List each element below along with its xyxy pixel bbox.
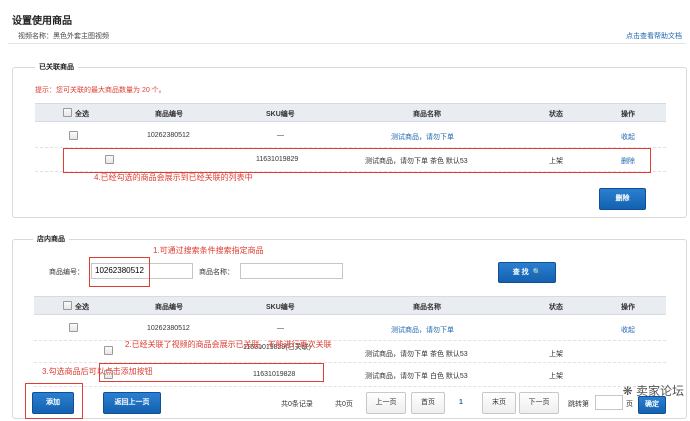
current-page[interactable]: 1 [459,399,463,406]
first-page-button[interactable]: 首页 [411,392,445,414]
col-select-all: 全选 [75,111,89,118]
annotation-note-add: 3.勾选商品后可以点击添加按钮 [42,367,153,376]
col-product-id: 商品编号 [155,304,183,311]
product-name-input[interactable] [240,263,343,279]
annotation-box-linked [63,148,651,173]
annotation-box-search [89,257,150,287]
col-status: 状态 [549,304,563,311]
goto-suffix: 页 [626,401,633,408]
goto-page-input[interactable] [595,395,623,410]
row-collapse-link[interactable]: 收起 [621,132,635,142]
row-checkbox[interactable] [69,323,78,332]
next-page-button[interactable]: 下一页 [519,392,559,414]
col-select-all: 全选 [75,304,89,311]
store-table-header: 全选 商品编号 SKU编号 商品名称 状态 操作 [34,296,666,315]
col-action: 操作 [621,111,635,118]
col-sku: SKU编号 [266,111,295,118]
row-product-name[interactable]: 测试商品，请勿下单 [391,325,454,335]
col-sku: SKU编号 [266,304,295,311]
annotation-note-search: 1.可通过搜索条件搜索指定商品 [153,246,264,255]
watermark-logo: ❋ 卖家论坛 [623,382,684,399]
row-product-name: 测试商品，请勿下单 白色 默认53 [365,373,468,380]
row-product-id: 10262380512 [147,325,190,332]
chat-bubble-icon: ❋ [622,384,633,398]
row-collapse-link[interactable]: 收起 [621,325,635,335]
col-action: 操作 [621,304,635,311]
row-product-name: 测试商品，请勿下单 茶色 默认53 [365,351,468,358]
linked-products-panel: 已关联商品 提示：您可关联的最大商品数量为 20 个。 全选 商品编号 SKU编… [12,62,687,218]
store-legend: 店内商品 [33,234,69,244]
last-page-button[interactable]: 末页 [482,392,516,414]
video-name: 视频名称：黑色外套主图视频 [18,33,109,40]
select-all-checkbox[interactable] [63,108,72,117]
row-checkbox[interactable] [69,131,78,140]
back-button[interactable]: 返回上一页 [103,392,161,414]
col-status: 状态 [549,111,563,118]
search-button-label: 查 找 [512,269,529,276]
col-product-id: 商品编号 [155,111,183,118]
col-product-name: 商品名称 [413,111,441,118]
max-limit-tip: 提示：您可关联的最大商品数量为 20 个。 [35,87,166,94]
store-products-panel: 店内商品 1.可通过搜索条件搜索指定商品 商品编号： 10262380512 商… [12,234,687,419]
linked-table-header: 全选 商品编号 SKU编号 商品名称 状态 操作 [35,103,666,122]
search-button[interactable]: 查 找 🔍 [498,262,556,283]
row-status: 上架 [549,373,563,380]
annotation-note-linked-status: 2.已经关联了视频的商品会展示已关联，不能进行再次关联 [125,340,332,349]
select-all-checkbox[interactable] [63,301,72,310]
goto-label: 跳转第 [568,401,589,408]
product-name-label: 商品名称： [199,269,234,276]
table-row: 10262380512 — 测试商品，请勿下单 收起 [35,124,666,148]
row-status: 上架 [549,351,563,358]
total-records: 共0条记录 [281,401,313,408]
row-sku: — [277,132,284,139]
product-id-label: 商品编号： [49,269,84,276]
watermark-text: 卖家论坛 [635,384,684,398]
page-title: 设置使用商品 [12,16,72,27]
row-sku: — [277,325,284,332]
col-product-name: 商品名称 [413,304,441,311]
linked-legend: 已关联商品 [35,62,78,72]
help-link[interactable]: 点击查看帮助文档 [626,31,682,41]
delete-button[interactable]: 删除 [599,188,646,210]
row-product-name[interactable]: 测试商品，请勿下单 [391,132,454,142]
add-button[interactable]: 添加 [32,392,74,414]
header-divider [8,43,686,44]
row-checkbox[interactable] [104,346,113,355]
search-icon: 🔍 [532,269,542,276]
prev-page-button[interactable]: 上一页 [366,392,406,414]
row-product-id: 10262380512 [147,132,190,139]
total-pages: 共0页 [335,401,353,408]
table-row: 10262380512 — 测试商品，请勿下单 收起 [34,317,666,341]
annotation-note-linked: 4.已经勾选的商品会展示到已经关联的列表中 [94,173,253,182]
